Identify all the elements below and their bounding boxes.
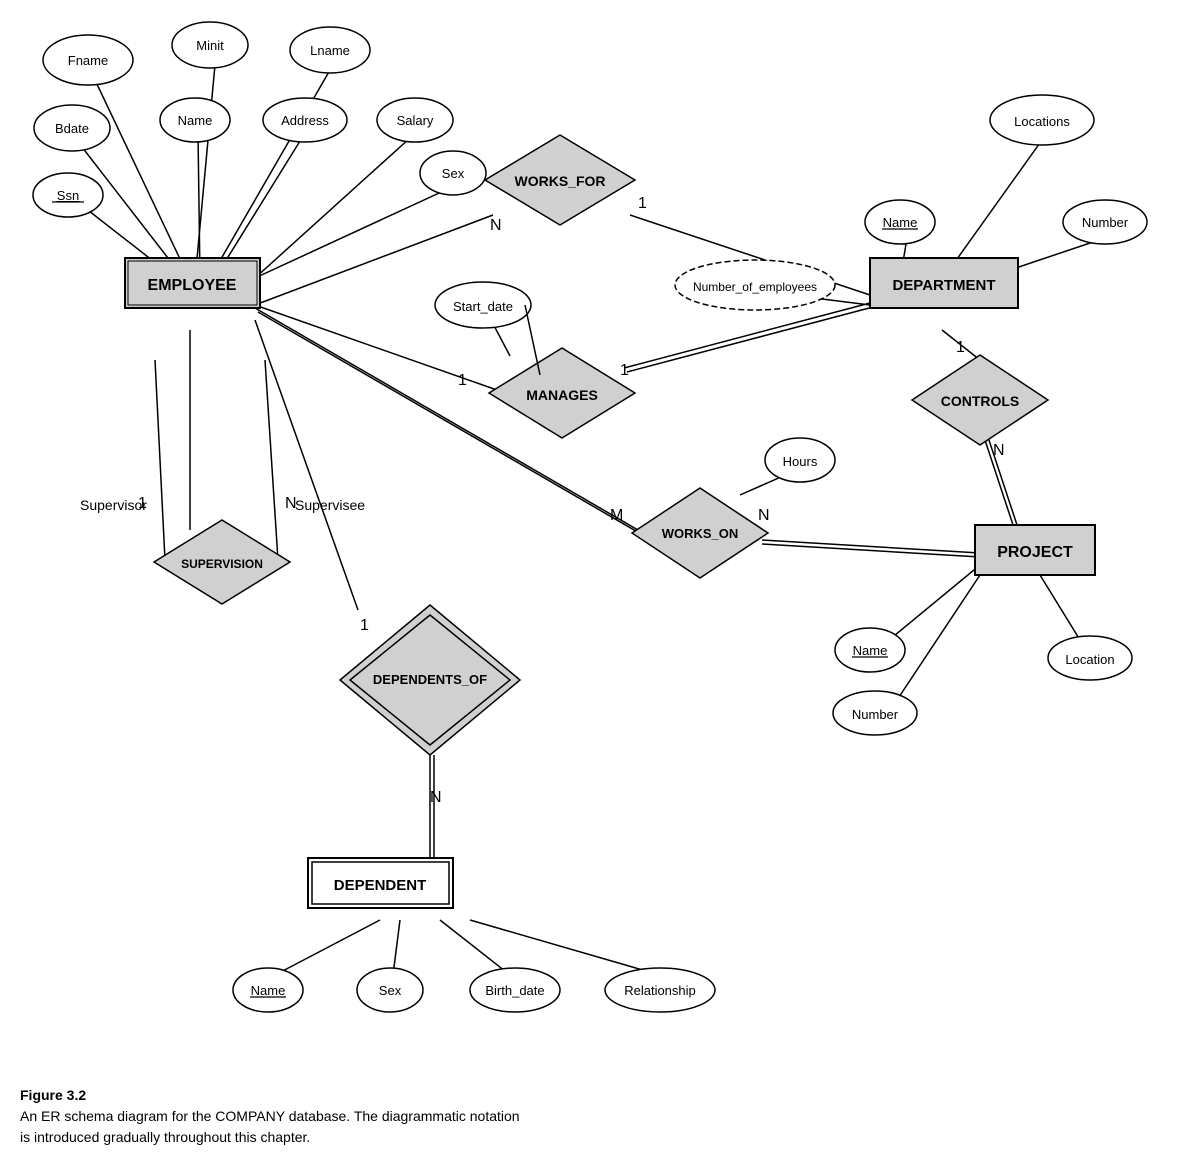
rel-controls-label: CONTROLS [941,393,1020,409]
attr-start-date: Start_date [453,299,513,314]
cardinality-1-controls: 1 [956,339,965,356]
cardinality-n-worksfor: N [490,217,502,234]
attr-name-dept: Name [883,215,918,230]
figure-label: Figure 3.2 [20,1085,520,1106]
cardinality-1-dependentsof: 1 [360,617,369,634]
attr-number-of-employees: Number_of_employees [693,280,817,294]
cardinality-m-workson: M [610,507,623,524]
cardinality-1-manages-emp: 1 [458,372,467,389]
attr-name-dep: Name [251,983,286,998]
attr-number-proj: Number [852,707,899,722]
attr-bdate: Bdate [55,121,89,136]
cardinality-n-controls: N [993,442,1005,459]
rel-dependentsof-label: DEPENDENTS_OF [373,672,487,687]
rel-workson-label: WORKS_ON [662,526,739,541]
cardinality-1-worksfor: 1 [638,195,647,212]
attr-lname: Lname [310,43,350,58]
attr-fname: Fname [68,53,108,68]
cardinality-1-manages-dept: 1 [620,362,629,379]
caption-line1: An ER schema diagram for the COMPANY dat… [20,1106,520,1127]
label-supervisee: Supervisee [295,497,365,513]
entity-employee-label: EMPLOYEE [148,277,237,294]
attr-birth-date: Birth_date [485,983,544,998]
attr-location-proj: Location [1065,652,1114,667]
attr-ssn: Ssn [57,188,79,203]
attr-locations: Locations [1014,114,1070,129]
attr-relationship: Relationship [624,983,696,998]
attr-sex-emp: Sex [442,166,465,181]
attr-name-proj: Name [853,643,888,658]
attr-name-emp: Name [178,113,213,128]
entity-project-label: PROJECT [997,544,1073,561]
attr-hours: Hours [783,454,818,469]
entity-department-label: DEPARTMENT [892,277,995,294]
attr-address: Address [281,113,329,128]
er-diagram: N 1 1 1 M N 1 N 1 N 1 N Supervisor Super… [0,0,1201,1080]
attr-number-dept: Number [1082,215,1129,230]
er-diagram-svg: N 1 1 1 M N 1 N 1 N 1 N Supervisor Super… [0,0,1201,1080]
rel-supervision-label: SUPERVISION [181,557,263,571]
rel-worksfor-label: WORKS_FOR [515,173,606,189]
caption-line2: is introduced gradually throughout this … [20,1127,520,1148]
rel-manages-label: MANAGES [526,387,598,403]
attr-salary: Salary [397,113,434,128]
figure-caption: Figure 3.2 An ER schema diagram for the … [20,1085,520,1148]
entity-dependent-label: DEPENDENT [334,877,427,894]
label-supervisor: Supervisor [80,497,147,513]
cardinality-n-dependentsof: N [430,789,442,806]
attr-minit: Minit [196,38,224,53]
cardinality-n-workson: N [758,507,770,524]
attr-sex-dep: Sex [379,983,402,998]
